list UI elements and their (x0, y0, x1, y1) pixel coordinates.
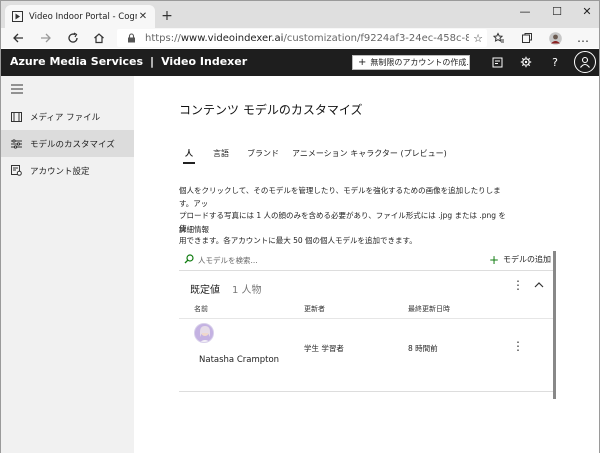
create-unlimited-account-button[interactable]: + 無制限のアカウントの作成... (352, 55, 470, 70)
collections-icon (522, 33, 532, 43)
add-model-button[interactable]: + モデルの追加 (488, 252, 551, 267)
scrollbar[interactable] (553, 251, 556, 399)
close-window-button[interactable]: ✕ (575, 5, 599, 18)
notifications-button[interactable] (489, 54, 505, 70)
learn-more-link[interactable]: 詳細情報 (179, 224, 209, 235)
search-icon (184, 254, 194, 264)
avatar (194, 323, 214, 343)
video-indexer-favicon-icon (11, 11, 23, 23)
back-button[interactable] (10, 30, 26, 46)
address-bar[interactable]: https://www.videoindexer.ai/customizatio… (117, 29, 487, 47)
plus-icon: + (488, 252, 499, 267)
settings-button[interactable] (518, 54, 534, 70)
user-icon (580, 56, 590, 68)
sidebar-item-media-files[interactable]: メディア ファイル (1, 103, 134, 130)
favorites-button[interactable] (491, 30, 507, 46)
account-settings-icon (10, 165, 22, 177)
group-title: 既定値 (190, 285, 220, 296)
sidebar-item-model-customization[interactable]: モデルのカスタマイズ (1, 130, 134, 157)
forward-button[interactable] (38, 30, 54, 46)
help-button[interactable]: ? (547, 54, 563, 70)
active-tab-indicator (183, 162, 195, 164)
tab-strip: Video Indoor Portal - Cognitive ✕ + — ☐ … (1, 1, 599, 28)
forward-arrow-icon (41, 33, 51, 43)
sidebar-item-account-settings[interactable]: アカウント設定 (1, 157, 134, 184)
profile-photo-icon (548, 31, 562, 45)
tab-language[interactable]: 言語 (213, 148, 229, 159)
person-model-group: 既定値 1 人物 ⋮ 名前 更新者 最終更新日時 Natasha Crampto… (179, 276, 555, 392)
browser-toolbar: https://www.videoindexer.ai/customizatio… (1, 28, 599, 48)
collections-button[interactable] (519, 30, 535, 46)
updated-by-cell: 学生 学習者 (304, 344, 344, 353)
person-name[interactable]: Natasha Crampton (199, 355, 279, 365)
lock-icon (127, 33, 137, 43)
column-header-updated-by[interactable]: 更新者 (304, 304, 325, 314)
app-header: Azure Media Services | Video Indexer + 無制限… (1, 49, 599, 76)
url-text[interactable]: https://www.videoindexer.ai/customizatio… (145, 33, 469, 44)
person-model-search-input[interactable] (198, 253, 378, 267)
last-updated-cell: 8 時間前 (408, 344, 438, 353)
gear-icon (520, 56, 532, 68)
main-content: コンテンツ モデルのカスタマイズ 人 言語 ブランド アニメーション キャラクタ… (134, 76, 599, 453)
header-divider (179, 318, 555, 319)
tab-close-icon[interactable]: ✕ (137, 11, 149, 22)
page-title: コンテンツ モデルのカスタマイズ (179, 103, 363, 117)
user-account-button[interactable] (574, 51, 596, 73)
search-row: + モデルの追加 (179, 249, 555, 271)
sliders-icon (10, 138, 22, 150)
tab-animated-characters[interactable]: アニメーション キャラクター (プレビュー) (292, 148, 447, 159)
group-person-count: 1 人物 (232, 285, 262, 296)
sidebar-item-label: モデルのカスタマイズ (30, 139, 115, 150)
sidebar-item-label: アカウント設定 (30, 166, 90, 177)
maximize-button[interactable]: ☐ (545, 5, 569, 18)
profile-avatar[interactable] (547, 30, 563, 46)
more-menu-button[interactable]: … (575, 30, 591, 46)
film-icon (10, 111, 22, 123)
home-icon (94, 33, 104, 44)
group-more-options-icon[interactable]: ⋮ (512, 278, 524, 292)
feedback-icon (492, 57, 502, 67)
browser-window: Video Indoor Portal - Cognitive ✕ + — ☐ … (0, 0, 600, 453)
plus-icon: + (358, 57, 367, 68)
chevron-up-icon[interactable] (534, 281, 544, 289)
hamburger-menu-icon[interactable] (11, 84, 23, 94)
row-more-options-icon[interactable]: ⋮ (512, 339, 524, 353)
new-tab-button[interactable]: + (160, 8, 174, 24)
minimize-button[interactable]: — (513, 5, 537, 18)
description-text: 個人をクリックして、そのモデルを管理したり、モデルを強化するための画像を追加した… (179, 186, 506, 245)
home-button[interactable] (91, 30, 107, 46)
tab-people[interactable]: 人 (183, 148, 195, 164)
sidebar-item-label: メディア ファイル (30, 112, 101, 123)
tab-brands[interactable]: ブランド (247, 148, 279, 159)
favorite-star-icon[interactable]: ☆ (469, 32, 487, 45)
column-header-last-updated[interactable]: 最終更新日時 (408, 304, 450, 314)
back-arrow-icon (13, 33, 23, 43)
brand-title[interactable]: Azure Media Services | Video Indexer (10, 55, 247, 68)
refresh-icon (68, 32, 78, 43)
column-header-name[interactable]: 名前 (194, 304, 208, 314)
favorites-list-icon (493, 32, 504, 43)
browser-tab[interactable]: Video Indoor Portal - Cognitive ✕ (5, 5, 155, 28)
sidebar: メディア ファイル モデルのカスタマイズ アカウント設定 (1, 76, 134, 453)
refresh-button[interactable] (65, 30, 81, 46)
tab-title: Video Indoor Portal - Cognitive (29, 11, 137, 22)
